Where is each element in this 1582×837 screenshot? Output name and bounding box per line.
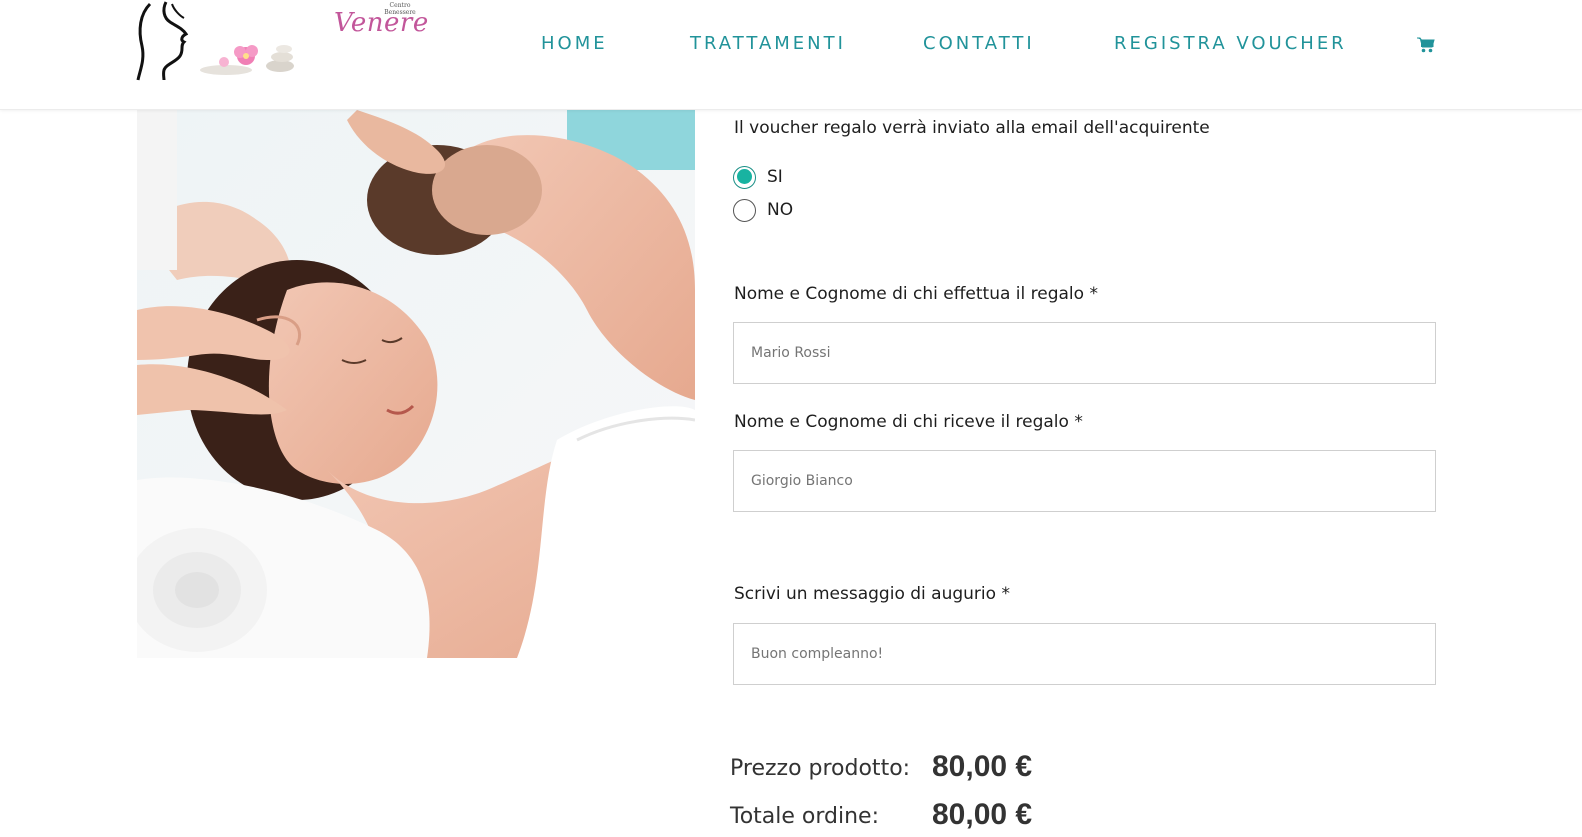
radio-option-si[interactable]: SI bbox=[733, 165, 783, 189]
giver-name-label: Nome e Cognome di chi effettua il regalo… bbox=[734, 284, 1098, 304]
logo-small-text: Centro Benessere bbox=[384, 2, 416, 16]
product-price-value: 80,00 € bbox=[932, 750, 1033, 783]
radio-no-label: NO bbox=[767, 200, 794, 220]
site-logo[interactable]: Venere Centro Benessere bbox=[136, 0, 428, 82]
nav-registra-voucher[interactable]: REGISTRA VOUCHER bbox=[1114, 33, 1347, 54]
giver-name-input[interactable] bbox=[733, 322, 1436, 384]
logo-silhouette-icon bbox=[136, 1, 294, 81]
shopping-cart-icon[interactable] bbox=[1417, 37, 1435, 53]
radio-si-button[interactable] bbox=[733, 165, 756, 189]
product-price-label: Prezzo prodotto: bbox=[730, 756, 911, 781]
radio-si-label: SI bbox=[767, 167, 783, 187]
receiver-name-label: Nome e Cognome di chi riceve il regalo * bbox=[734, 412, 1083, 432]
site-header: Venere Centro Benessere HOME TRATTAMENTI… bbox=[0, 0, 1582, 110]
product-image bbox=[137, 110, 695, 658]
message-label: Scrivi un messaggio di augurio * bbox=[734, 584, 1010, 604]
email-question-label: Il voucher regalo verrà inviato alla ema… bbox=[734, 118, 1210, 138]
radio-option-no[interactable]: NO bbox=[733, 198, 793, 222]
order-total-label: Totale ordine: bbox=[730, 804, 879, 829]
nav-trattamenti[interactable]: TRATTAMENTI bbox=[690, 33, 846, 54]
radio-no-button[interactable] bbox=[733, 198, 756, 222]
nav-contatti[interactable]: CONTATTI bbox=[923, 33, 1035, 54]
nav-home[interactable]: HOME bbox=[541, 33, 608, 54]
receiver-name-input[interactable] bbox=[733, 450, 1436, 512]
order-total-value: 80,00 € bbox=[932, 798, 1033, 831]
message-input[interactable] bbox=[733, 623, 1436, 685]
